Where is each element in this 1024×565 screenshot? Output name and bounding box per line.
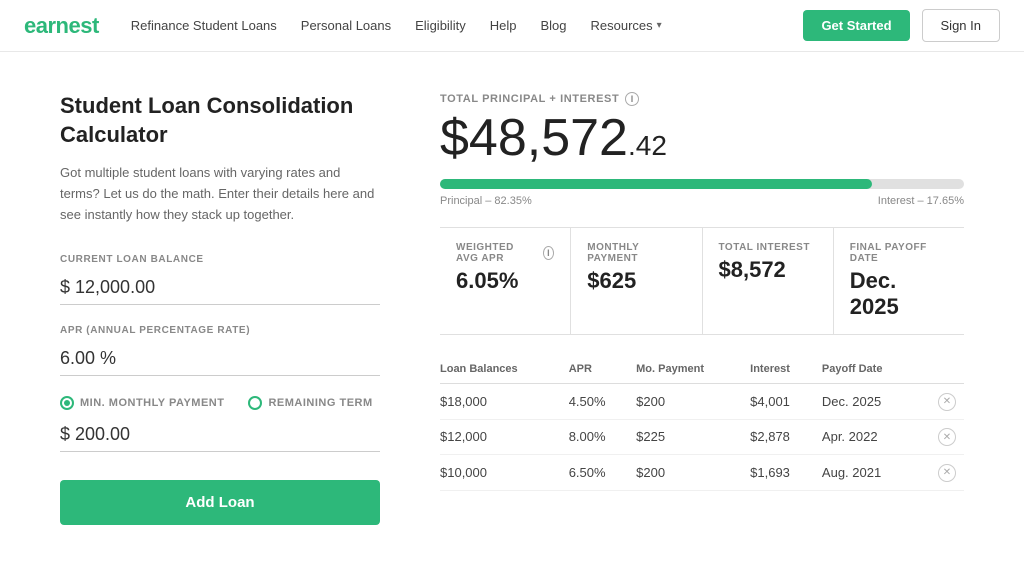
total-info-icon[interactable]: i: [625, 92, 639, 106]
payment-type-row: MIN. MONTHLY PAYMENT REMAINING TERM: [60, 396, 380, 410]
progress-bar: [440, 179, 964, 189]
col-payoff: Payoff Date: [822, 359, 925, 384]
stat-payoff-date: FINAL PAYOFF DATE Dec. 2025: [834, 228, 964, 334]
monthly-payment-label: MONTHLY PAYMENT: [587, 242, 685, 264]
nav-resources[interactable]: Resources ▾: [590, 18, 661, 33]
nav-eligibility[interactable]: Eligibility: [415, 18, 466, 33]
cell-apr-2: 6.50%: [569, 455, 636, 491]
nav-links: Refinance Student Loans Personal Loans E…: [131, 18, 804, 33]
cell-interest-1: $2,878: [750, 419, 822, 455]
add-loan-button[interactable]: Add Loan: [60, 480, 380, 525]
min-payment-label: MIN. MONTHLY PAYMENT: [80, 397, 224, 409]
balance-input[interactable]: [60, 271, 380, 305]
progress-label-right: Interest – 17.65%: [878, 195, 964, 207]
progress-label-left: Principal – 82.35%: [440, 195, 532, 207]
calculator-title: Student Loan Consolidation Calculator: [60, 92, 380, 149]
col-payment: Mo. Payment: [636, 359, 750, 384]
weighted-apr-value: 6.05%: [456, 268, 554, 294]
nav-personal[interactable]: Personal Loans: [301, 18, 391, 33]
cell-remove-0: ✕: [925, 384, 964, 420]
payment-field-group: MIN. MONTHLY PAYMENT REMAINING TERM: [60, 396, 380, 452]
total-interest-value: $8,572: [719, 257, 817, 283]
stat-row: WEIGHTED AVG APR i 6.05% MONTHLY PAYMENT…: [440, 227, 964, 335]
table-row: $12,000 8.00% $225 $2,878 Apr. 2022 ✕: [440, 419, 964, 455]
remove-loan-button-0[interactable]: ✕: [938, 393, 956, 411]
stat-weighted-apr: WEIGHTED AVG APR i 6.05%: [440, 228, 571, 334]
sign-in-button[interactable]: Sign In: [922, 9, 1000, 42]
stat-monthly-payment: MONTHLY PAYMENT $625: [571, 228, 702, 334]
total-cents: .42: [628, 130, 667, 161]
apr-input[interactable]: [60, 342, 380, 376]
cell-interest-2: $1,693: [750, 455, 822, 491]
cell-payoff-2: Aug. 2021: [822, 455, 925, 491]
payoff-date-value: Dec. 2025: [850, 268, 948, 320]
radio-circle-term: [248, 396, 262, 410]
col-actions: [925, 359, 964, 384]
progress-bar-fill: [440, 179, 872, 189]
balance-label: CURRENT LOAN BALANCE: [60, 254, 380, 265]
radio-circle-min: [60, 396, 74, 410]
cell-payment-1: $225: [636, 419, 750, 455]
cell-apr-1: 8.00%: [569, 419, 636, 455]
left-panel: Student Loan Consolidation Calculator Go…: [60, 92, 380, 525]
cell-payoff-0: Dec. 2025: [822, 384, 925, 420]
remaining-term-label: REMAINING TERM: [268, 397, 372, 409]
col-balance: Loan Balances: [440, 359, 569, 384]
cell-payment-2: $200: [636, 455, 750, 491]
weighted-apr-label: WEIGHTED AVG APR: [456, 242, 539, 264]
get-started-button[interactable]: Get Started: [803, 10, 909, 41]
nav-refinance[interactable]: Refinance Student Loans: [131, 18, 277, 33]
cell-balance-1: $12,000: [440, 419, 569, 455]
cell-interest-0: $4,001: [750, 384, 822, 420]
cell-payment-0: $200: [636, 384, 750, 420]
col-apr: APR: [569, 359, 636, 384]
balance-field-group: CURRENT LOAN BALANCE: [60, 254, 380, 305]
cell-remove-1: ✕: [925, 419, 964, 455]
remove-loan-button-1[interactable]: ✕: [938, 428, 956, 446]
table-row: $18,000 4.50% $200 $4,001 Dec. 2025 ✕: [440, 384, 964, 420]
chevron-down-icon: ▾: [657, 20, 662, 31]
nav-actions: Get Started Sign In: [803, 9, 1000, 42]
apr-label: APR (ANNUAL PERCENTAGE RATE): [60, 325, 380, 336]
nav-help[interactable]: Help: [490, 18, 517, 33]
main-content: Student Loan Consolidation Calculator Go…: [0, 52, 1024, 565]
remove-loan-button-2[interactable]: ✕: [938, 464, 956, 482]
cell-apr-0: 4.50%: [569, 384, 636, 420]
payoff-date-label: FINAL PAYOFF DATE: [850, 242, 948, 264]
total-dollars: $48,572: [440, 109, 628, 167]
monthly-payment-value: $625: [587, 268, 685, 294]
col-interest: Interest: [750, 359, 822, 384]
nav-blog[interactable]: Blog: [540, 18, 566, 33]
stat-total-interest: TOTAL INTEREST $8,572: [703, 228, 834, 334]
loan-table: Loan Balances APR Mo. Payment Interest P…: [440, 359, 964, 491]
payment-input[interactable]: [60, 418, 380, 452]
calculator-description: Got multiple student loans with varying …: [60, 163, 380, 225]
total-amount: $48,572.42: [440, 110, 964, 167]
cell-balance-2: $10,000: [440, 455, 569, 491]
logo[interactable]: earnest: [24, 13, 99, 39]
apr-field-group: APR (ANNUAL PERCENTAGE RATE): [60, 325, 380, 376]
navbar: earnest Refinance Student Loans Personal…: [0, 0, 1024, 52]
total-label: TOTAL PRINCIPAL + INTEREST i: [440, 92, 964, 106]
progress-labels: Principal – 82.35% Interest – 17.65%: [440, 195, 964, 207]
remaining-term-radio[interactable]: REMAINING TERM: [248, 396, 372, 410]
cell-balance-0: $18,000: [440, 384, 569, 420]
table-row: $10,000 6.50% $200 $1,693 Aug. 2021 ✕: [440, 455, 964, 491]
cell-remove-2: ✕: [925, 455, 964, 491]
total-interest-label: TOTAL INTEREST: [719, 242, 817, 253]
cell-payoff-1: Apr. 2022: [822, 419, 925, 455]
min-payment-radio[interactable]: MIN. MONTHLY PAYMENT: [60, 396, 224, 410]
right-panel: TOTAL PRINCIPAL + INTEREST i $48,572.42 …: [440, 92, 964, 525]
weighted-apr-info-icon[interactable]: i: [543, 246, 554, 260]
